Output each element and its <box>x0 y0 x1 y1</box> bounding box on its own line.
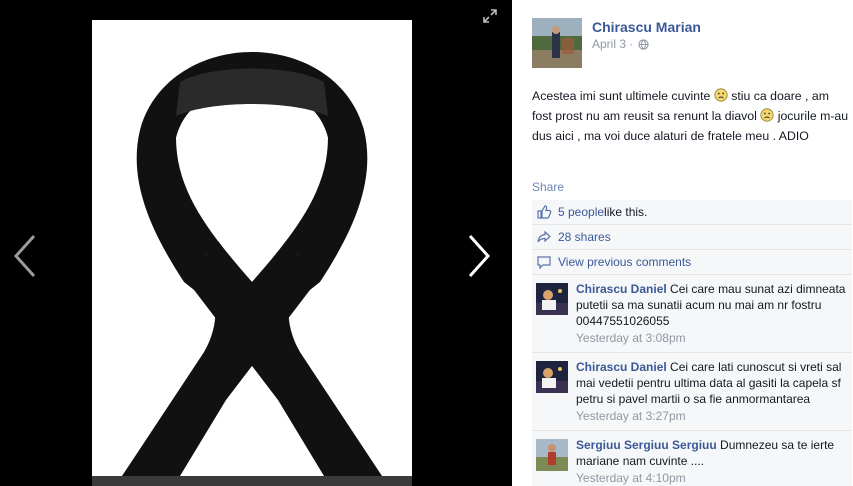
comment-item: Sergiuu Sergiuu Sergiuu Dumnezeu sa te i… <box>532 431 852 486</box>
comment-bubble-icon <box>537 256 551 270</box>
post-text-part-1: Acestea imi sunt ultimele cuvinte <box>532 89 714 103</box>
comment-author[interactable]: Chirascu Daniel <box>576 360 667 374</box>
chevron-right-icon[interactable] <box>464 232 494 280</box>
globe-icon[interactable] <box>638 38 649 50</box>
comment-author[interactable]: Chirascu Daniel <box>576 282 667 296</box>
black-ribbon-image <box>92 20 412 486</box>
share-arrow-icon <box>537 230 551 243</box>
view-previous-comments-link[interactable]: View previous comments <box>558 255 691 269</box>
comment-author[interactable]: Sergiuu Sergiuu Sergiuu <box>576 438 717 452</box>
comment-timestamp[interactable]: Yesterday at 3:08pm <box>576 329 846 352</box>
post-side-panel: Chirascu Marian April 3 · Acestea imi su… <box>512 0 853 486</box>
feedback-section: 5 people like this. 28 shares View previ… <box>532 200 852 486</box>
comment-body: Chirascu Daniel Cei care lati cunoscut s… <box>576 353 852 430</box>
share-link[interactable]: Share <box>532 180 564 194</box>
post-author-name[interactable]: Chirascu Marian <box>592 19 701 35</box>
post-message: Acestea imi sunt ultimele cuvinte stiu c… <box>532 86 852 146</box>
frown-emoji-icon <box>760 108 774 122</box>
likes-link[interactable]: 5 people <box>558 205 604 219</box>
meta-separator: · <box>629 37 634 51</box>
chevron-left-icon[interactable] <box>10 232 40 280</box>
commenter-avatar[interactable] <box>536 439 568 471</box>
thumbs-up-icon <box>537 205 552 219</box>
awareness-ribbon-photo[interactable] <box>92 20 412 486</box>
comment-timestamp[interactable]: Yesterday at 4:10pm <box>576 469 846 486</box>
comment-item: Chirascu Daniel Cei care lati cunoscut s… <box>532 353 852 431</box>
comment-item: Chirascu Daniel Cei care mau sunat azi d… <box>532 275 852 353</box>
frown-emoji-icon <box>714 88 728 102</box>
likes-suffix: like this. <box>604 205 648 219</box>
expand-icon[interactable] <box>482 8 498 24</box>
view-previous-row: View previous comments <box>532 250 852 275</box>
post-meta: April 3 · <box>592 37 649 51</box>
shares-link[interactable]: 28 shares <box>558 230 611 244</box>
shares-row: 28 shares <box>532 225 852 250</box>
commenter-avatar[interactable] <box>536 283 568 315</box>
comment-timestamp[interactable]: Yesterday at 3:27pm <box>576 407 846 430</box>
likes-row: 5 people like this. <box>532 200 852 225</box>
commenter-avatar[interactable] <box>536 361 568 393</box>
photo-stage <box>0 0 512 486</box>
comment-body: Chirascu Daniel Cei care mau sunat azi d… <box>576 275 852 352</box>
comment-body: Sergiuu Sergiuu Sergiuu Dumnezeu sa te i… <box>576 431 852 486</box>
post-date[interactable]: April 3 <box>592 37 626 51</box>
author-avatar[interactable] <box>532 18 582 68</box>
photo-bottom-bar <box>92 476 412 486</box>
